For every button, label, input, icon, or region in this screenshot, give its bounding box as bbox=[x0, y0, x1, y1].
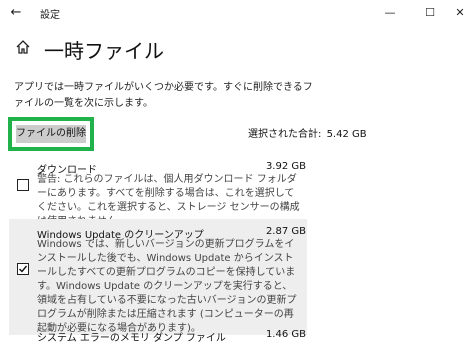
item-description: Windows では、新しいバージョンの更新プログラムをインストールした後でも、… bbox=[37, 239, 297, 334]
back-button[interactable]: ← bbox=[6, 3, 26, 23]
window-title: 設定 bbox=[40, 10, 60, 21]
item-size: 3.92 GB bbox=[265, 161, 306, 172]
back-arrow-icon: ← bbox=[10, 5, 22, 20]
delete-button-highlight: ファイルの削除 bbox=[8, 117, 94, 151]
delete-files-button[interactable]: ファイルの削除 bbox=[16, 125, 86, 143]
selected-total-label: 選択された合計: bbox=[248, 129, 322, 140]
title-bar: ← 設定 — ☐ ✕ bbox=[0, 0, 475, 26]
close-button[interactable]: ✕ bbox=[445, 3, 475, 23]
maximize-button[interactable]: ☐ bbox=[415, 3, 445, 23]
minimize-button[interactable]: — bbox=[375, 3, 405, 23]
selected-total: 選択された合計: 5.42 GB bbox=[246, 125, 367, 140]
minimize-icon: — bbox=[384, 6, 396, 19]
item-checkbox[interactable] bbox=[17, 263, 29, 275]
checkmark-icon bbox=[19, 265, 28, 273]
item-checkbox[interactable] bbox=[17, 179, 29, 191]
maximize-icon: ☐ bbox=[425, 6, 435, 19]
selected-total-value: 5.42 GB bbox=[326, 129, 367, 140]
intro-text: アプリでは一時ファイルがいくつか必要です。すぐに削除できるファイルの一覧を次に示… bbox=[14, 82, 313, 109]
item-title: システム エラーのメモリ ダンプ ファイル bbox=[37, 333, 226, 344]
close-icon: ✕ bbox=[455, 6, 465, 19]
item-size: 2.87 GB bbox=[265, 226, 306, 237]
page-title: 一時ファイル bbox=[44, 39, 164, 63]
home-icon[interactable] bbox=[15, 39, 31, 55]
